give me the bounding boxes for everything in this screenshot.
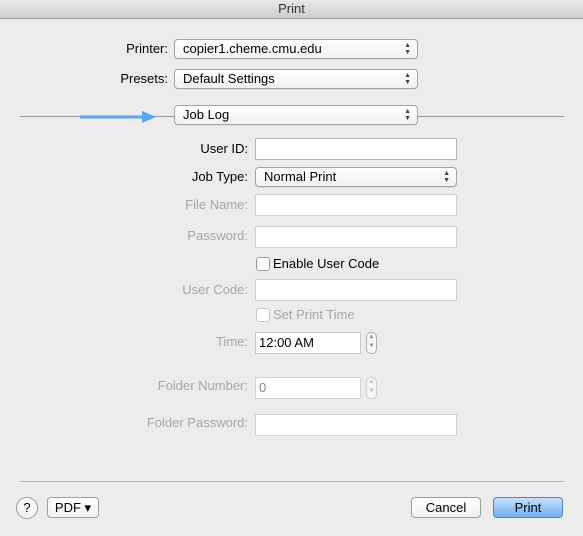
set-print-time-label: Set Print Time (273, 307, 355, 322)
up-down-arrows-icon: ▲ ▼ (404, 42, 411, 56)
folder-number-input[interactable]: 0 (255, 377, 361, 399)
user-code-input[interactable] (255, 279, 457, 301)
pdf-menu-button[interactable]: PDF ▾ (47, 497, 99, 518)
enable-user-code-checkbox[interactable] (256, 257, 270, 271)
user-id-label: User ID: (200, 141, 248, 156)
divider (418, 116, 564, 117)
job-type-label: Job Type: (191, 169, 248, 184)
footer-divider (20, 481, 564, 482)
file-name-label: File Name: (185, 197, 248, 212)
presets-value: Default Settings (183, 71, 275, 86)
folder-password-input[interactable] (255, 414, 457, 436)
arrow-annotation-icon (80, 111, 156, 123)
folder-number-stepper[interactable]: ▲ ▼ (366, 377, 377, 399)
cancel-button[interactable]: Cancel (411, 497, 481, 518)
user-id-input[interactable] (255, 138, 457, 160)
panel-value: Job Log (183, 107, 230, 122)
title-bar: Print (0, 0, 583, 19)
password-label: Password: (187, 228, 248, 243)
presets-label: Presets: (120, 71, 168, 86)
job-type-popup[interactable]: Normal Print ▲ ▼ (255, 167, 457, 187)
panel-popup[interactable]: Job Log ▲ ▼ (174, 105, 418, 125)
file-name-input[interactable] (255, 194, 457, 216)
job-type-value: Normal Print (264, 169, 337, 184)
folder-password-label: Folder Password: (146, 415, 248, 430)
time-label: Time: (215, 334, 248, 349)
time-input[interactable]: 12:00 AM (255, 332, 361, 354)
printer-label: Printer: (126, 41, 168, 56)
presets-popup[interactable]: Default Settings ▲ ▼ (174, 69, 418, 89)
up-down-arrows-icon: ▲ ▼ (404, 108, 411, 122)
enable-user-code-label: Enable User Code (273, 256, 380, 271)
print-button[interactable]: Print (493, 497, 563, 518)
printer-value: copier1.cheme.cmu.edu (183, 41, 322, 56)
set-print-time-checkbox[interactable] (256, 308, 270, 322)
printer-popup[interactable]: copier1.cheme.cmu.edu ▲ ▼ (174, 39, 418, 59)
up-down-arrows-icon: ▲ ▼ (404, 72, 411, 86)
time-stepper[interactable]: ▲ ▼ (366, 332, 377, 354)
up-down-arrows-icon: ▲ ▼ (443, 170, 450, 184)
password-input[interactable] (255, 226, 457, 248)
help-button[interactable]: ? (16, 497, 38, 519)
user-code-label: User Code: (182, 282, 248, 297)
folder-number-label: Folder Number: (157, 378, 248, 393)
